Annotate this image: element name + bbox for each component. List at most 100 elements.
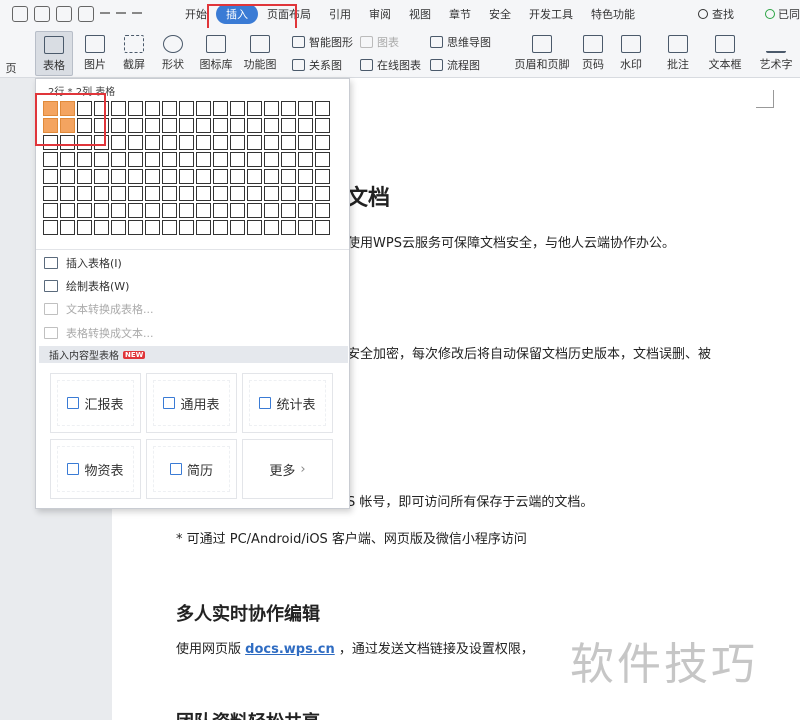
grid-cell[interactable]	[281, 135, 296, 150]
grid-cell[interactable]	[264, 118, 279, 133]
chart-button[interactable]: 图表	[360, 34, 399, 50]
grid-cell[interactable]	[281, 169, 296, 184]
export-pdf-icon[interactable]	[34, 6, 50, 22]
grid-cell[interactable]	[128, 169, 143, 184]
grid-cell[interactable]	[298, 169, 313, 184]
grid-cell[interactable]	[145, 186, 160, 201]
grid-cell[interactable]	[179, 220, 194, 235]
comment-button[interactable]: 批注	[661, 35, 695, 72]
grid-cell[interactable]	[298, 135, 313, 150]
grid-cell[interactable]	[264, 152, 279, 167]
grid-cell[interactable]	[230, 220, 245, 235]
menu-item-insert-table[interactable]: 插入表格(I)	[44, 255, 122, 271]
grid-cell[interactable]	[128, 203, 143, 218]
grid-cell[interactable]	[43, 203, 58, 218]
grid-cell[interactable]	[247, 186, 262, 201]
grid-cell[interactable]	[315, 169, 330, 184]
grid-cell[interactable]	[128, 220, 143, 235]
grid-cell[interactable]	[145, 169, 160, 184]
grid-cell[interactable]	[179, 118, 194, 133]
grid-cell[interactable]	[60, 186, 75, 201]
grid-cell[interactable]	[179, 101, 194, 116]
grid-cell[interactable]	[230, 118, 245, 133]
print-icon[interactable]	[56, 6, 72, 22]
grid-cell[interactable]	[213, 118, 228, 133]
grid-cell[interactable]	[179, 186, 194, 201]
grid-cell[interactable]	[145, 203, 160, 218]
tab-5[interactable]: 视图	[400, 6, 440, 22]
grid-cell[interactable]	[281, 186, 296, 201]
grid-cell[interactable]	[179, 135, 194, 150]
card-resume[interactable]: 简历	[146, 439, 237, 499]
mind-map-button[interactable]: 思维导图	[430, 34, 491, 50]
grid-cell[interactable]	[162, 220, 177, 235]
grid-cell[interactable]	[315, 152, 330, 167]
grid-cell[interactable]	[213, 203, 228, 218]
grid-cell[interactable]	[111, 169, 126, 184]
grid-cell[interactable]	[43, 186, 58, 201]
tab-9[interactable]: 特色功能	[582, 6, 644, 22]
undo-icon[interactable]	[100, 6, 110, 14]
grid-cell[interactable]	[111, 101, 126, 116]
grid-cell[interactable]	[77, 169, 92, 184]
grid-cell[interactable]	[162, 118, 177, 133]
customize-toolbar-icon[interactable]	[132, 6, 142, 14]
tab-8[interactable]: 开发工具	[520, 6, 582, 22]
grid-cell[interactable]	[162, 169, 177, 184]
card-report-table[interactable]: 汇报表	[50, 373, 141, 433]
grid-cell[interactable]	[315, 186, 330, 201]
relation-chart-button[interactable]: 关系图	[292, 57, 342, 73]
grid-cell[interactable]	[43, 169, 58, 184]
grid-cell[interactable]	[145, 220, 160, 235]
grid-cell[interactable]	[230, 101, 245, 116]
grid-cell[interactable]	[196, 152, 211, 167]
grid-cell[interactable]	[281, 220, 296, 235]
grid-cell[interactable]	[145, 101, 160, 116]
shape-button[interactable]: 形状	[156, 35, 190, 72]
grid-cell[interactable]	[196, 135, 211, 150]
grid-cell[interactable]	[264, 203, 279, 218]
grid-cell[interactable]	[230, 186, 245, 201]
grid-cell[interactable]	[43, 152, 58, 167]
grid-cell[interactable]	[145, 152, 160, 167]
grid-cell[interactable]	[111, 220, 126, 235]
tab-7[interactable]: 安全	[480, 6, 520, 22]
grid-cell[interactable]	[247, 220, 262, 235]
grid-cell[interactable]	[162, 101, 177, 116]
grid-cell[interactable]	[315, 101, 330, 116]
card-statistics-table[interactable]: 统计表	[242, 373, 333, 433]
grid-cell[interactable]	[196, 220, 211, 235]
grid-cell[interactable]	[298, 152, 313, 167]
sync-status[interactable]: 已同	[765, 6, 800, 22]
save-icon[interactable]	[12, 6, 28, 22]
online-chart-button[interactable]: 在线图表	[360, 57, 421, 73]
page-number-button[interactable]: 页码	[576, 35, 610, 72]
grid-cell[interactable]	[213, 135, 228, 150]
grid-cell[interactable]	[111, 135, 126, 150]
grid-cell[interactable]	[247, 203, 262, 218]
print-preview-icon[interactable]	[78, 6, 94, 22]
grid-cell[interactable]	[128, 118, 143, 133]
grid-cell[interactable]	[213, 101, 228, 116]
grid-cell[interactable]	[298, 118, 313, 133]
page-button[interactable]: 页	[0, 60, 22, 76]
grid-cell[interactable]	[298, 220, 313, 235]
card-more[interactable]: 更多 ›	[242, 439, 333, 499]
grid-cell[interactable]	[213, 169, 228, 184]
grid-cell[interactable]	[281, 152, 296, 167]
icon-library-button[interactable]: 图标库	[197, 35, 235, 72]
grid-cell[interactable]	[128, 152, 143, 167]
grid-cell[interactable]	[213, 186, 228, 201]
header-footer-button[interactable]: 页眉和页脚	[512, 35, 572, 72]
grid-cell[interactable]	[281, 101, 296, 116]
grid-cell[interactable]	[94, 220, 109, 235]
grid-cell[interactable]	[60, 203, 75, 218]
grid-cell[interactable]	[77, 203, 92, 218]
grid-cell[interactable]	[230, 135, 245, 150]
image-button[interactable]: 图片	[78, 35, 112, 72]
card-general-table[interactable]: 通用表	[146, 373, 237, 433]
grid-cell[interactable]	[247, 118, 262, 133]
grid-cell[interactable]	[60, 152, 75, 167]
grid-cell[interactable]	[315, 220, 330, 235]
grid-cell[interactable]	[264, 186, 279, 201]
